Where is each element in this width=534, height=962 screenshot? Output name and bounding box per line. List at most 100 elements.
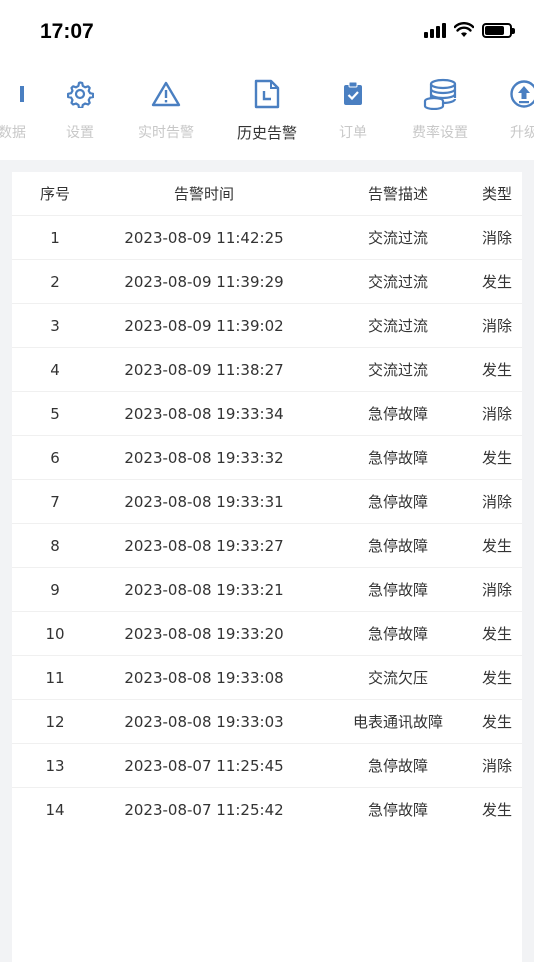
row-time: 2023-08-08 19:33:34 [100, 392, 308, 436]
row-index: 3 [25, 304, 85, 348]
coins-stack-icon [400, 76, 480, 112]
cellular-signal-icon [424, 22, 446, 38]
row-time: 2023-08-08 19:33:27 [100, 524, 308, 568]
row-index: 4 [25, 348, 85, 392]
row-time: 2023-08-08 19:33:32 [100, 436, 308, 480]
tab-label: 实时告警 [126, 122, 206, 142]
gear-icon [40, 76, 120, 112]
table-row: 10 2023-08-08 19:33:20 急停故障 发生 [12, 612, 522, 656]
row-index: 8 [25, 524, 85, 568]
row-time: 2023-08-09 11:42:25 [100, 216, 308, 260]
row-type: 消除 [482, 480, 522, 524]
row-index: 11 [25, 656, 85, 700]
row-index: 10 [25, 612, 85, 656]
status-icons [424, 22, 512, 38]
status-bar: 17:07 [0, 0, 534, 62]
row-index: 5 [25, 392, 85, 436]
wifi-icon [454, 22, 474, 38]
header-time: 告警时间 [100, 172, 308, 216]
row-index: 7 [25, 480, 85, 524]
tab-label: 设置 [40, 122, 120, 142]
row-time: 2023-08-08 19:33:20 [100, 612, 308, 656]
header-type: 类型 [482, 172, 522, 216]
row-type: 消除 [482, 744, 522, 788]
row-time: 2023-08-08 19:33:21 [100, 568, 308, 612]
table-row: 14 2023-08-07 11:25:42 急停故障 发生 [12, 788, 522, 832]
row-type: 发生 [482, 700, 522, 744]
header-description: 告警描述 [342, 172, 454, 216]
row-description: 急停故障 [342, 524, 454, 568]
table-row: 5 2023-08-08 19:33:34 急停故障 消除 [12, 392, 522, 436]
row-description: 急停故障 [342, 612, 454, 656]
row-index: 9 [25, 568, 85, 612]
row-index: 6 [25, 436, 85, 480]
row-time: 2023-08-07 11:25:45 [100, 744, 308, 788]
row-index: 14 [25, 788, 85, 832]
row-description: 交流过流 [342, 260, 454, 304]
tab-orders[interactable]: 订单 [313, 76, 393, 142]
row-index: 1 [25, 216, 85, 260]
row-type: 发生 [482, 260, 522, 304]
battery-icon [482, 23, 512, 38]
tab-settings[interactable]: 设置 [40, 76, 120, 142]
tab-rate-settings[interactable]: 费率设置 [400, 76, 480, 142]
tab-label: 订单 [313, 122, 393, 142]
row-description: 交流过流 [342, 216, 454, 260]
row-description: 急停故障 [342, 788, 454, 832]
tab-label: 升级 [484, 122, 534, 142]
row-type: 发生 [482, 524, 522, 568]
table-row: 3 2023-08-09 11:39:02 交流过流 消除 [12, 304, 522, 348]
row-description: 交流过流 [342, 304, 454, 348]
row-description: 急停故障 [342, 568, 454, 612]
table-row: 4 2023-08-09 11:38:27 交流过流 发生 [12, 348, 522, 392]
table-row: 2 2023-08-09 11:39:29 交流过流 发生 [12, 260, 522, 304]
header-index: 序号 [25, 172, 85, 216]
status-time: 17:07 [40, 20, 94, 44]
tab-label: 费率设置 [400, 122, 480, 142]
table-row: 11 2023-08-08 19:33:08 交流欠压 发生 [12, 656, 522, 700]
row-description: 急停故障 [342, 392, 454, 436]
table-row: 7 2023-08-08 19:33:31 急停故障 消除 [12, 480, 522, 524]
tab-upgrade[interactable]: 升级 [484, 76, 534, 142]
row-description: 交流过流 [342, 348, 454, 392]
history-doc-icon [227, 76, 307, 112]
row-time: 2023-08-08 19:33:03 [100, 700, 308, 744]
row-type: 发生 [482, 612, 522, 656]
table-row: 13 2023-08-07 11:25:45 急停故障 消除 [12, 744, 522, 788]
tab-label: 历史告警 [227, 122, 307, 143]
table-row: 12 2023-08-08 19:33:03 电表通讯故障 发生 [12, 700, 522, 744]
row-type: 发生 [482, 348, 522, 392]
alarm-history-table: 序号 告警时间 告警描述 类型 1 2023-08-09 11:42:25 交流… [12, 172, 522, 962]
table-row: 9 2023-08-08 19:33:21 急停故障 消除 [12, 568, 522, 612]
row-type: 消除 [482, 568, 522, 612]
row-index: 12 [25, 700, 85, 744]
row-time: 2023-08-07 11:25:42 [100, 788, 308, 832]
tab-realtime-alarm[interactable]: 实时告警 [126, 76, 206, 142]
row-time: 2023-08-08 19:33:08 [100, 656, 308, 700]
row-index: 13 [25, 744, 85, 788]
row-description: 急停故障 [342, 436, 454, 480]
table-row: 8 2023-08-08 19:33:27 急停故障 发生 [12, 524, 522, 568]
row-description: 急停故障 [342, 744, 454, 788]
row-type: 发生 [482, 788, 522, 832]
warning-icon [126, 76, 206, 112]
row-index: 2 [25, 260, 85, 304]
row-type: 消除 [482, 304, 522, 348]
row-description: 交流欠压 [342, 656, 454, 700]
clipboard-check-icon [313, 76, 393, 112]
tab-history-alarm[interactable]: 历史告警 [227, 76, 307, 143]
row-description: 电表通讯故障 [342, 700, 454, 744]
row-type: 消除 [482, 392, 522, 436]
row-type: 发生 [482, 656, 522, 700]
table-row: 6 2023-08-08 19:33:32 急停故障 发生 [12, 436, 522, 480]
table-header: 序号 告警时间 告警描述 类型 [12, 172, 522, 216]
upload-icon [484, 76, 534, 112]
row-type: 发生 [482, 436, 522, 480]
row-time: 2023-08-09 11:39:02 [100, 304, 308, 348]
row-time: 2023-08-09 11:39:29 [100, 260, 308, 304]
row-time: 2023-08-08 19:33:31 [100, 480, 308, 524]
row-description: 急停故障 [342, 480, 454, 524]
table-row: 1 2023-08-09 11:42:25 交流过流 消除 [12, 216, 522, 260]
row-time: 2023-08-09 11:38:27 [100, 348, 308, 392]
function-tabbar: 数据 设置 实时告警 历史告警 [0, 62, 534, 160]
